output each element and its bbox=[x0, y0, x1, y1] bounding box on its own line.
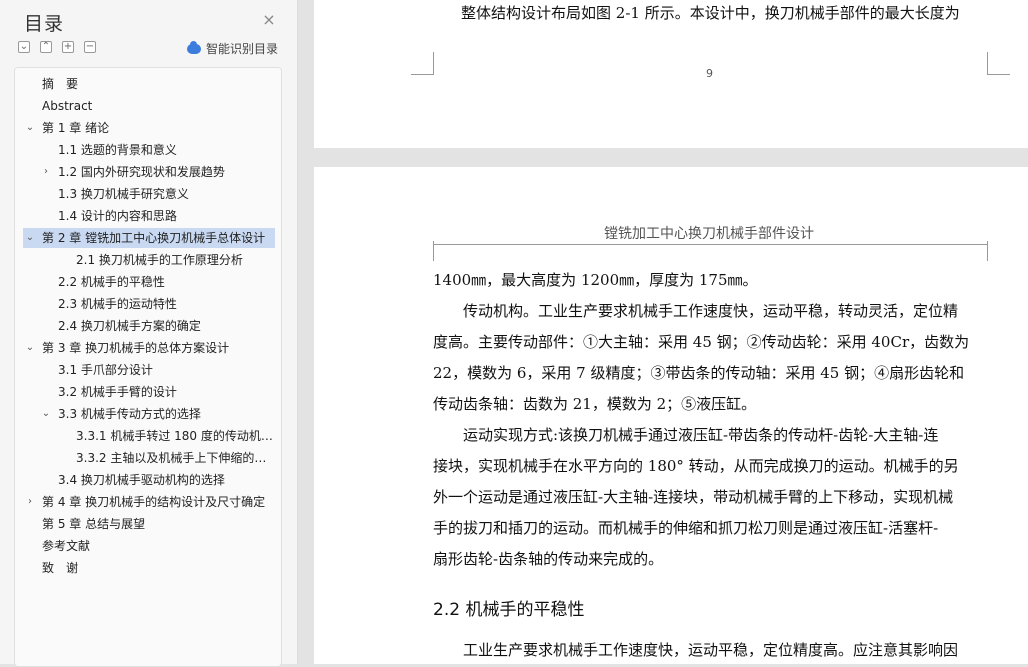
toc-item-label: 2.3 机械手的运动特性 bbox=[58, 297, 177, 311]
collapse-all-icon[interactable]: ⌄ bbox=[18, 41, 30, 53]
toc-item[interactable]: 3.1 手爪部分设计 bbox=[23, 360, 275, 380]
toc-item-label: 3.3.2 主轴以及机械手上下伸缩的传动设计 bbox=[76, 451, 273, 465]
toc-item[interactable]: 1.3 换刀机械手研究意义 bbox=[23, 184, 275, 204]
toc-item-label: 第 4 章 换刀机械手的结构设计及尺寸确定 bbox=[42, 495, 266, 509]
sidebar-title: 目录 bbox=[24, 13, 65, 35]
body-line: 1400㎜，最大高度为 1200㎜，厚度为 175㎜。 bbox=[433, 271, 758, 289]
chevron-down-icon[interactable]: ⌄ bbox=[40, 404, 52, 424]
toc-item-label: 参考文献 bbox=[42, 539, 91, 553]
toc-item[interactable]: 2.1 换刀机械手的工作原理分析 bbox=[23, 250, 275, 270]
toc-item[interactable]: › 1.2 国内外研究现状和发展趋势 bbox=[23, 162, 275, 182]
body-line: 度高。主要传动部件：①大主轴：采用 45 钢；②传动齿轮：采用 40Cr，齿数为 bbox=[433, 333, 970, 351]
smart-toc-button[interactable]: 智能识别目录 bbox=[187, 40, 278, 57]
toc-item-label: 3.4 换刀机械手驱动机构的选择 bbox=[58, 473, 225, 487]
crop-mark bbox=[987, 241, 1010, 261]
cloud-icon bbox=[187, 40, 201, 54]
toc-item[interactable]: 致 谢 bbox=[23, 558, 275, 578]
body-line: 外一个运动是通过液压缸-大主轴-连接块，带动机械手臂的上下移动，实现机械 bbox=[433, 488, 954, 506]
crop-mark bbox=[987, 52, 1010, 75]
running-header: 镗铣加工中心换刀机械手部件设计 bbox=[604, 226, 814, 242]
toc-item-label: 3.3.1 机械手转过 180 度的传动机构设计 bbox=[76, 429, 273, 443]
section-heading: 2.2 机械手的平稳性 bbox=[433, 600, 585, 620]
document-page-10: 镗铣加工中心换刀机械手部件设计 1400㎜，最大高度为 1200㎜，厚度为 17… bbox=[314, 167, 1028, 664]
toc-item[interactable]: ⌄ 第 2 章 镗铣加工中心换刀机械手总体设计 bbox=[23, 228, 275, 248]
toc-item-label: 3.1 手爪部分设计 bbox=[58, 363, 153, 377]
chevron-down-icon[interactable]: ⌄ bbox=[24, 228, 36, 248]
toc-item[interactable]: 3.3.2 主轴以及机械手上下伸缩的传动设计 bbox=[23, 448, 275, 468]
toc-item[interactable]: ⌄ 第 1 章 绪论 bbox=[23, 118, 275, 138]
toc-item[interactable]: ⌄ 3.3 机械手传动方式的选择 bbox=[23, 404, 275, 424]
toc-item[interactable]: 2.3 机械手的运动特性 bbox=[23, 294, 275, 314]
body-line: 工业生产要求机械手工作速度快，运动平稳，定位精度高。应注意其影响因 bbox=[433, 641, 959, 659]
toc-item[interactable]: 摘 要 bbox=[23, 74, 275, 94]
body-line: 接块，实现机械手在水平方向的 180° 转动，从而完成换刀的运动。机械手的另 bbox=[433, 457, 959, 475]
toc-item[interactable]: › 第 4 章 换刀机械手的结构设计及尺寸确定 bbox=[23, 492, 275, 512]
expand-all-icon[interactable]: ⌃ bbox=[40, 41, 52, 53]
toc-item-label: 2.2 机械手的平稳性 bbox=[58, 275, 165, 289]
toc-item-label: 致 谢 bbox=[42, 561, 79, 575]
toc-item[interactable]: 3.3.1 机械手转过 180 度的传动机构设计 bbox=[23, 426, 275, 446]
close-icon[interactable]: × bbox=[260, 11, 278, 29]
body-line: 22，模数为 6，采用 7 级精度；③带齿条的传动轴：采用 45 钢；④扇形齿轮… bbox=[433, 364, 965, 382]
toc-item[interactable]: 2.4 换刀机械手方案的确定 bbox=[23, 316, 275, 336]
remove-entry-icon[interactable]: − bbox=[84, 41, 96, 53]
body-line: 扇形齿轮-齿条轴的传动来完成的。 bbox=[433, 550, 664, 568]
chevron-right-icon[interactable]: › bbox=[40, 162, 52, 182]
body-line: 传动齿条轴：齿数为 21，模数为 2；⑤液压缸。 bbox=[433, 395, 757, 413]
toc-item[interactable]: 参考文献 bbox=[23, 536, 275, 556]
body-line: 整体结构设计布局如图 2-1 所示。本设计中，换刀机械手部件的最大长度为 bbox=[461, 4, 960, 22]
toc-item-label: 1.2 国内外研究现状和发展趋势 bbox=[58, 165, 225, 179]
toc-sidebar: 目录 × ⌄ ⌃ + − 智能识别目录 摘 要 Abstract ⌄ 第 1 章 绪论… bbox=[0, 0, 298, 667]
toc-list: 摘 要 Abstract ⌄ 第 1 章 绪论 1.1 选题的背景和意义 › 1.2 国内外… bbox=[14, 67, 282, 667]
toc-item-label: 第 1 章 绪论 bbox=[42, 121, 110, 135]
body-line: 传动机构。工业生产要求机械手工作速度快，运动平稳，转动灵活，定位精 bbox=[433, 302, 959, 320]
toc-item[interactable]: 3.2 机械手手臂的设计 bbox=[23, 382, 275, 402]
toc-item[interactable]: 第 5 章 总结与展望 bbox=[23, 514, 275, 534]
body-line: 手的拔刀和插刀的运动。而机械手的伸缩和抓刀松刀则是通过液压缸-活塞杆- bbox=[433, 519, 939, 537]
page-number: 9 bbox=[706, 67, 713, 80]
toc-item-label: 3.3 机械手传动方式的选择 bbox=[58, 407, 201, 421]
chevron-down-icon[interactable]: ⌄ bbox=[24, 118, 36, 138]
toc-item-label: 第 2 章 镗铣加工中心换刀机械手总体设计 bbox=[42, 231, 266, 245]
add-entry-icon[interactable]: + bbox=[62, 41, 74, 53]
toc-item[interactable]: 1.1 选题的背景和意义 bbox=[23, 140, 275, 160]
toc-item[interactable]: 2.2 机械手的平稳性 bbox=[23, 272, 275, 292]
document-page-9: 整体结构设计布局如图 2-1 所示。本设计中，换刀机械手部件的最大长度为 9 bbox=[314, 0, 1028, 148]
toc-item[interactable]: ⌄ 第 3 章 换刀机械手的总体方案设计 bbox=[23, 338, 275, 358]
toc-item-label: 1.4 设计的内容和思路 bbox=[58, 209, 177, 223]
toc-item-label: 摘 要 bbox=[42, 77, 79, 91]
toc-item-label: 1.3 换刀机械手研究意义 bbox=[58, 187, 189, 201]
header-rule bbox=[433, 244, 987, 245]
toc-item-label: Abstract bbox=[42, 99, 93, 113]
body-line: 运动实现方式:该换刀机械手通过液压缸-带齿条的传动杆-齿轮-大主轴-连 bbox=[433, 426, 939, 444]
toc-item-label: 1.1 选题的背景和意义 bbox=[58, 143, 177, 157]
toc-item-label: 2.4 换刀机械手方案的确定 bbox=[58, 319, 201, 333]
toc-item[interactable]: Abstract bbox=[23, 96, 275, 116]
toc-item-label: 第 5 章 总结与展望 bbox=[42, 517, 146, 531]
toc-item[interactable]: 3.4 换刀机械手驱动机构的选择 bbox=[23, 470, 275, 490]
crop-mark bbox=[411, 52, 434, 75]
chevron-down-icon[interactable]: ⌄ bbox=[24, 338, 36, 358]
toc-item-label: 3.2 机械手手臂的设计 bbox=[58, 385, 177, 399]
toc-item-label: 第 3 章 换刀机械手的总体方案设计 bbox=[42, 341, 230, 355]
toc-item-label: 2.1 换刀机械手的工作原理分析 bbox=[76, 253, 243, 267]
crop-mark bbox=[411, 241, 434, 261]
toc-toolbar: ⌄ ⌃ + − bbox=[18, 41, 96, 55]
toc-item[interactable]: 1.4 设计的内容和思路 bbox=[23, 206, 275, 226]
smart-toc-label: 智能识别目录 bbox=[206, 42, 279, 56]
chevron-right-icon[interactable]: › bbox=[24, 492, 36, 512]
